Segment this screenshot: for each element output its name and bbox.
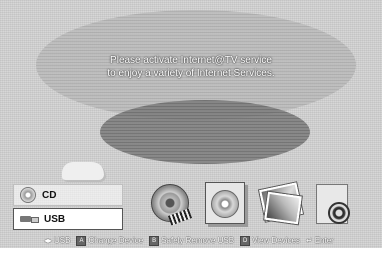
- hint-change-device[interactable]: A Change Device: [76, 235, 144, 246]
- hint-usb: ◂▸ USB: [44, 236, 70, 245]
- screen-background: Please activate Internet@TV service to e…: [0, 0, 382, 261]
- hint-enter-label: Enter: [314, 236, 334, 245]
- source-menu-header-icon: [62, 162, 106, 182]
- left-right-arrow-icon: ◂▸: [44, 236, 53, 245]
- source-item-label: CD: [42, 189, 57, 201]
- bottom-border: [0, 248, 382, 261]
- source-item-cd[interactable]: CD: [13, 184, 123, 206]
- source-menu: CD USB: [13, 184, 123, 232]
- music-cd-icon: [211, 190, 239, 218]
- activation-message: Please activate Internet@TV service to e…: [0, 54, 382, 80]
- help-bar: ◂▸ USB A Change Device B Safely Remove U…: [0, 234, 382, 247]
- hint-safely-remove-label: Safely Remove USB: [161, 236, 235, 245]
- b-key-icon: B: [149, 235, 160, 246]
- hint-view-devices-label: View Devices: [252, 236, 300, 245]
- usb-icon: [20, 214, 39, 224]
- background-swirl-dark: [100, 100, 310, 164]
- hint-view-devices[interactable]: D View Devices: [240, 235, 300, 246]
- hint-safely-remove[interactable]: B Safely Remove USB: [149, 235, 235, 246]
- a-key-icon: A: [76, 235, 87, 246]
- settings-app-button[interactable]: [312, 180, 356, 226]
- hint-enter[interactable]: ↵ Enter: [306, 236, 334, 245]
- photo-icon-front: [264, 191, 302, 225]
- enter-icon: ↵: [305, 236, 313, 245]
- video-app-button[interactable]: [149, 182, 193, 226]
- d-key-icon: D: [240, 235, 251, 246]
- disc-icon: [20, 187, 36, 203]
- music-app-button[interactable]: [203, 180, 247, 226]
- hint-change-device-label: Change Device: [88, 236, 144, 245]
- source-item-usb[interactable]: USB: [13, 208, 123, 230]
- hint-usb-label: USB: [54, 236, 71, 245]
- message-line-2: to enjoy a variety of Internet Services.: [107, 68, 275, 79]
- photo-app-button[interactable]: [258, 180, 303, 226]
- message-line-1: Please activate Internet@TV service: [110, 55, 272, 66]
- source-item-label: USB: [44, 213, 66, 225]
- settings-icon: [328, 202, 350, 224]
